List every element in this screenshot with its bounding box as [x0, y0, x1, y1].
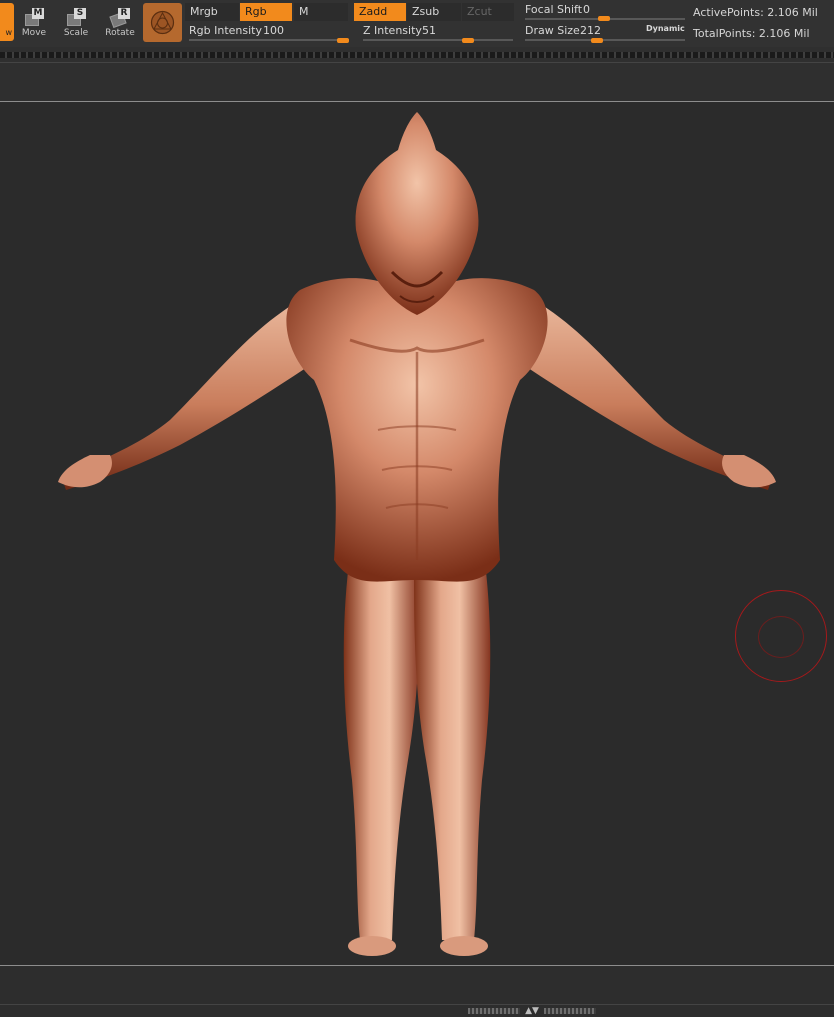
- mrgb-button[interactable]: Mrgb: [185, 3, 239, 21]
- scale-label: Scale: [63, 28, 89, 38]
- rotate-button[interactable]: R Rotate: [100, 8, 140, 40]
- bottom-shelf: ▲▼: [0, 965, 834, 1017]
- draw-size-value: 212: [580, 24, 601, 37]
- dynamic-button[interactable]: Dynamic: [646, 24, 685, 33]
- z-intensity-knob[interactable]: [462, 38, 474, 43]
- move-label: Move: [21, 28, 47, 38]
- rotate-label: Rotate: [105, 28, 135, 38]
- bottom-divider: [0, 1004, 834, 1005]
- material-sphere-icon: [150, 10, 175, 35]
- brush-cursor-inner: [758, 616, 804, 658]
- draw-button-label: w: [5, 28, 12, 37]
- top-shelf: [0, 47, 834, 102]
- rgb-intensity-label: Rgb Intensity: [189, 24, 262, 37]
- zcut-button[interactable]: Zcut: [462, 3, 514, 21]
- move-button[interactable]: M Move: [14, 8, 54, 40]
- rotate-key: R: [118, 8, 130, 19]
- z-intensity-value: 51: [422, 24, 436, 37]
- scale-icon: S: [65, 8, 87, 26]
- brush-cursor: [735, 590, 827, 682]
- total-points: TotalPoints: 2.106 Mil: [693, 27, 810, 40]
- draw-button[interactable]: w: [0, 3, 14, 41]
- draw-size-track[interactable]: [525, 39, 685, 41]
- focal-shift-label: Focal Shift: [525, 3, 583, 16]
- active-points: ActivePoints: 2.106 Mil: [693, 6, 818, 19]
- shelf-grip[interactable]: [0, 52, 834, 58]
- rgb-intensity-track[interactable]: [189, 39, 349, 41]
- rgb-intensity-value: 100: [263, 24, 284, 37]
- document-canvas[interactable]: [0, 102, 834, 965]
- zadd-button[interactable]: Zadd: [354, 3, 406, 21]
- collapse-arrows-icon[interactable]: ▲▼: [520, 1005, 544, 1017]
- material-button[interactable]: [143, 3, 182, 42]
- m-button[interactable]: M: [294, 3, 348, 21]
- z-intensity-label: Z Intensity: [363, 24, 422, 37]
- shelf-divider: [0, 62, 834, 63]
- sculpt-model[interactable]: [0, 102, 834, 965]
- zsub-button[interactable]: Zsub: [407, 3, 461, 21]
- rgb-button[interactable]: Rgb: [240, 3, 292, 21]
- move-icon: M: [23, 8, 45, 26]
- focal-shift-value: 0: [583, 3, 590, 16]
- draw-size-label: Draw Size: [525, 24, 580, 37]
- focal-shift-knob[interactable]: [598, 16, 610, 21]
- z-intensity-track[interactable]: [363, 39, 513, 41]
- rotate-icon: R: [109, 8, 131, 29]
- scale-button[interactable]: S Scale: [56, 8, 96, 40]
- scale-key: S: [74, 8, 86, 19]
- draw-size-knob[interactable]: [591, 38, 603, 43]
- rgb-intensity-knob[interactable]: [337, 38, 349, 43]
- top-toolbar: w M Move S Scale R Rotate Mrgb Rgb M Zad…: [0, 0, 834, 47]
- move-key: M: [32, 8, 44, 19]
